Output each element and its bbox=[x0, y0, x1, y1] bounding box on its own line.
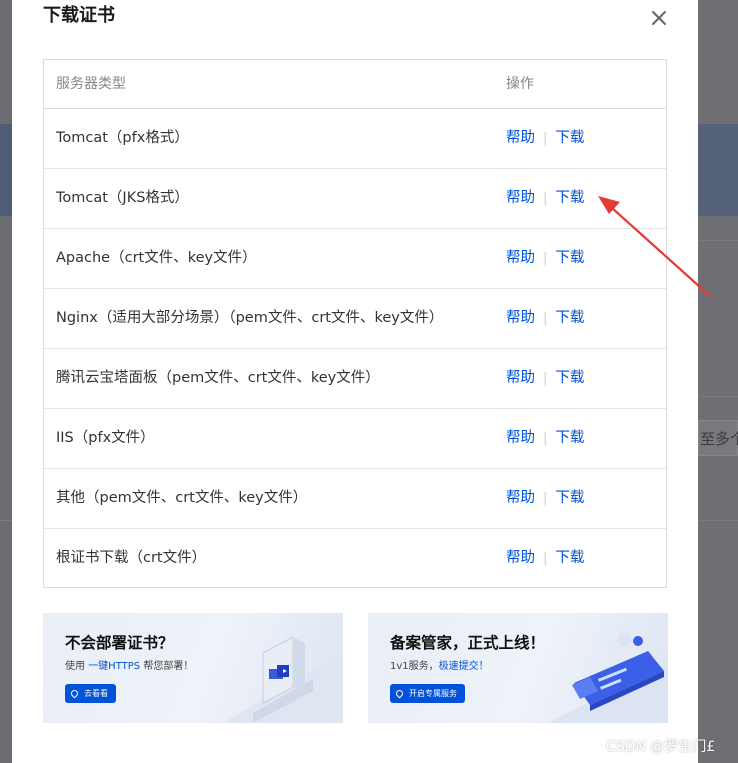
table-row: 根证书下载（crt文件） 帮助 | 下载 bbox=[44, 529, 666, 589]
table-row: Apache（crt文件、key文件） 帮助 | 下载 bbox=[44, 229, 666, 289]
help-link[interactable]: 帮助 bbox=[506, 190, 535, 206]
action-separator: | bbox=[543, 491, 548, 506]
action-cell: 帮助 | 下载 bbox=[506, 289, 584, 348]
action-separator: | bbox=[543, 431, 548, 446]
help-link[interactable]: 帮助 bbox=[506, 490, 535, 506]
background-page-left bbox=[0, 0, 12, 763]
server-type-cell: Apache（crt文件、key文件） bbox=[56, 250, 257, 266]
help-link[interactable]: 帮助 bbox=[506, 370, 535, 386]
download-link[interactable]: 下载 bbox=[555, 430, 584, 446]
banner-service-button[interactable]: 开启专属服务 bbox=[390, 684, 465, 703]
download-link[interactable]: 下载 bbox=[555, 250, 584, 266]
background-banner-left bbox=[0, 124, 12, 216]
action-separator: | bbox=[543, 371, 548, 386]
dialog-title: 下载证书 bbox=[43, 5, 115, 26]
table-row: 其他（pem文件、crt文件、key文件） 帮助 | 下载 bbox=[44, 469, 666, 529]
server-type-cell: 其他（pem文件、crt文件、key文件） bbox=[56, 490, 308, 506]
server-type-cell: 腾讯云宝塔面板（pem文件、crt文件、key文件） bbox=[56, 370, 380, 386]
deploy-banner[interactable]: 不会部署证书？ 使用 一键HTTPS 帮您部署！ 去看看 bbox=[43, 613, 343, 723]
table-row: Tomcat（pfx格式） 帮助 | 下载 bbox=[44, 109, 666, 169]
banner-subtitle: 使用 一键HTTPS 帮您部署！ bbox=[65, 661, 194, 672]
table-row: Nginx（适用大部分场景）（pem文件、crt文件、key文件） 帮助 | 下载 bbox=[44, 289, 666, 349]
table-row: 腾讯云宝塔面板（pem文件、crt文件、key文件） 帮助 | 下载 bbox=[44, 349, 666, 409]
help-link[interactable]: 帮助 bbox=[506, 310, 535, 326]
download-link[interactable]: 下载 bbox=[555, 310, 584, 326]
download-link[interactable]: 下载 bbox=[555, 190, 584, 206]
server-type-cell: 根证书下载（crt文件） bbox=[56, 550, 207, 566]
background-input-text: 至多个 bbox=[700, 430, 738, 448]
server-type-cell: Tomcat（pfx格式） bbox=[56, 130, 189, 146]
help-link[interactable]: 帮助 bbox=[506, 550, 535, 566]
action-cell: 帮助 | 下载 bbox=[506, 109, 584, 168]
icp-illustration-icon bbox=[548, 632, 668, 723]
background-page-right bbox=[698, 0, 738, 763]
download-link[interactable]: 下载 bbox=[555, 490, 584, 506]
action-cell: 帮助 | 下载 bbox=[506, 349, 584, 408]
server-illustration-icon bbox=[223, 636, 343, 723]
location-icon bbox=[394, 688, 405, 699]
location-icon bbox=[69, 688, 80, 699]
action-cell: 帮助 | 下载 bbox=[506, 169, 584, 228]
table-header: 服务器类型 操作 bbox=[44, 60, 666, 109]
background-divider bbox=[698, 240, 738, 241]
action-separator: | bbox=[543, 131, 548, 146]
download-link[interactable]: 下载 bbox=[555, 130, 584, 146]
banner-title: 备案管家，正式上线！ bbox=[390, 634, 546, 652]
server-type-cell: Tomcat（JKS格式） bbox=[56, 190, 189, 206]
table-row: Tomcat（JKS格式） 帮助 | 下载 bbox=[44, 169, 666, 229]
header-server-type: 服务器类型 bbox=[56, 76, 126, 92]
action-cell: 帮助 | 下载 bbox=[506, 469, 584, 528]
banner-go-button[interactable]: 去看看 bbox=[65, 684, 116, 703]
action-separator: | bbox=[543, 311, 548, 326]
server-type-cell: IIS（pfx文件） bbox=[56, 430, 155, 446]
help-link[interactable]: 帮助 bbox=[506, 130, 535, 146]
action-separator: | bbox=[543, 191, 548, 206]
server-type-table: 服务器类型 操作 Tomcat（pfx格式） 帮助 | 下载 Tomcat（JKS格式）… bbox=[43, 59, 667, 588]
action-separator: | bbox=[543, 251, 548, 266]
banner-subtitle: 1v1服务，极速提交！ bbox=[390, 661, 489, 672]
action-cell: 帮助 | 下载 bbox=[506, 229, 584, 288]
background-banner-right bbox=[698, 124, 738, 216]
download-link[interactable]: 下载 bbox=[555, 550, 584, 566]
icp-banner[interactable]: 备案管家，正式上线！ 1v1服务，极速提交！ 开启专属服务 bbox=[368, 613, 668, 723]
action-separator: | bbox=[543, 551, 548, 566]
table-row: IIS（pfx文件） 帮助 | 下载 bbox=[44, 409, 666, 469]
action-cell: 帮助 | 下载 bbox=[506, 529, 584, 588]
banner-title: 不会部署证书？ bbox=[65, 634, 174, 652]
help-link[interactable]: 帮助 bbox=[506, 250, 535, 266]
watermark: CSDN @罗生门£ bbox=[606, 739, 716, 755]
action-cell: 帮助 | 下载 bbox=[506, 409, 584, 468]
background-divider bbox=[0, 520, 12, 521]
header-action: 操作 bbox=[506, 76, 534, 92]
download-link[interactable]: 下载 bbox=[555, 370, 584, 386]
close-icon[interactable] bbox=[649, 8, 669, 28]
background-divider bbox=[698, 520, 738, 521]
download-certificate-dialog: 下载证书 服务器类型 操作 Tomcat（pfx格式） 帮助 | 下载 Tomcat（J… bbox=[12, 0, 698, 763]
help-link[interactable]: 帮助 bbox=[506, 430, 535, 446]
background-divider bbox=[698, 396, 738, 397]
table-body: Tomcat（pfx格式） 帮助 | 下载 Tomcat（JKS格式） 帮助 | 下载 Apac… bbox=[44, 109, 666, 589]
server-type-cell: Nginx（适用大部分场景）（pem文件、crt文件、key文件） bbox=[56, 310, 444, 326]
